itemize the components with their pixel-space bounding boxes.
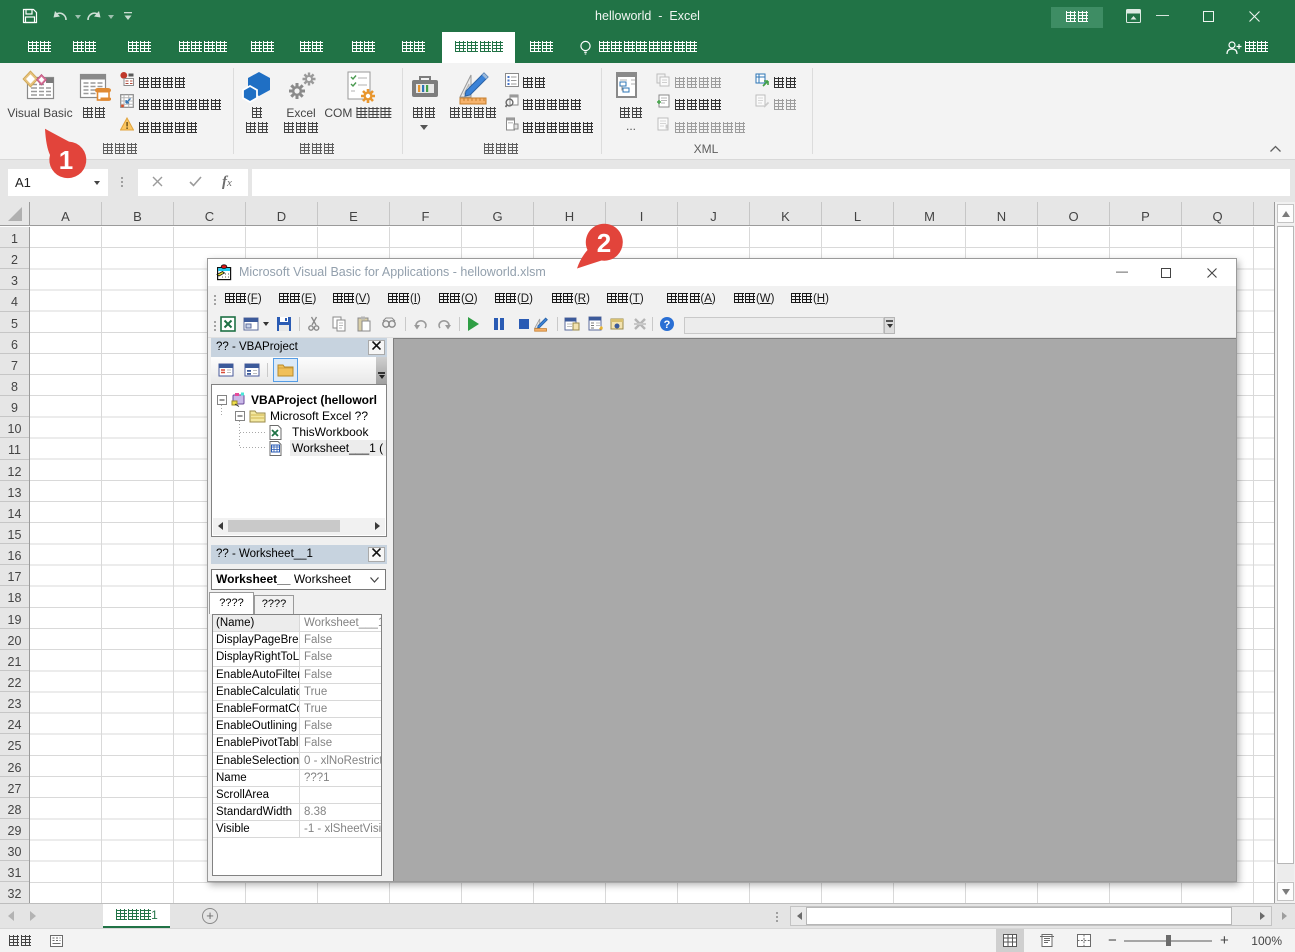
svg-text:1: 1 [59, 145, 73, 175]
svg-text:2: 2 [597, 228, 611, 258]
